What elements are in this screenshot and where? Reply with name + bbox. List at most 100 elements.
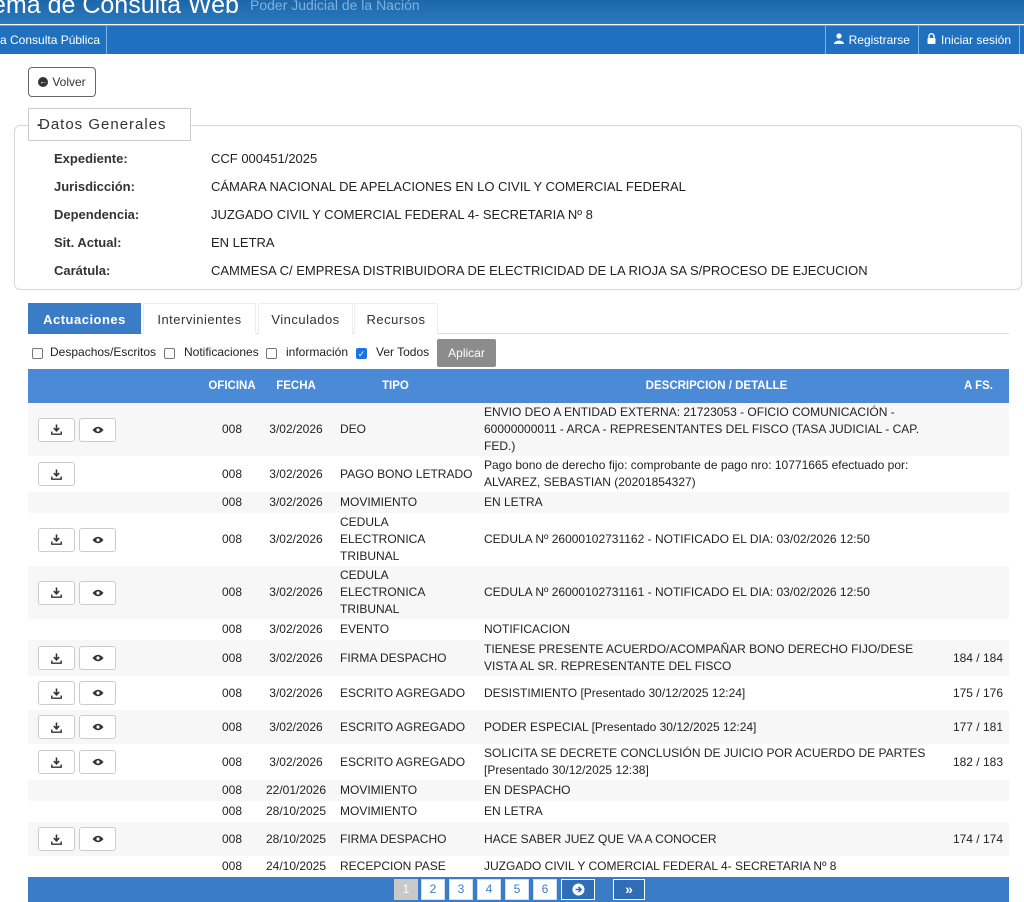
page-button-4[interactable]: 4 — [477, 879, 501, 900]
register-link[interactable]: Registrarse — [824, 26, 918, 54]
download-button[interactable] — [38, 827, 75, 851]
cell-afs: 182 / 183 — [952, 754, 1003, 769]
download-icon — [51, 424, 62, 436]
table-row: 008 3/02/2026 ESCRITO AGREGADO PODER ESPECI… — [28, 710, 1009, 744]
pagination-bar: 1 2 3 4 5 6 » — [28, 877, 1009, 902]
table-row: 008 24/10/2025 RECEPCION PASE JUZGADO CIVIL… — [28, 856, 1009, 877]
page-button-2[interactable]: 2 — [421, 879, 445, 900]
eye-icon — [92, 587, 104, 599]
row-actions — [28, 710, 202, 744]
site-title: ema de Consulta Web — [0, 0, 239, 19]
row-actions — [28, 822, 202, 856]
tab-intervinientes[interactable]: Intervinientes — [143, 303, 256, 334]
filter-notificaciones-checkbox[interactable] — [164, 348, 175, 359]
double-chevron-right-icon: » — [625, 881, 633, 897]
view-button[interactable] — [79, 417, 116, 442]
tab-vinculados[interactable]: Vinculados — [258, 303, 353, 334]
cell-tipo: MOVIMIENTO — [340, 495, 418, 509]
download-button[interactable] — [38, 462, 75, 486]
col-tipo-header[interactable]: TIPO — [330, 369, 474, 403]
eye-icon — [92, 833, 104, 845]
cell-fecha: 3/02/2026 — [269, 466, 323, 481]
col-afs-header[interactable]: A FS. — [949, 369, 1009, 403]
row-actions — [28, 492, 202, 513]
tab-recursos[interactable]: Recursos — [354, 303, 438, 334]
general-data-legend[interactable]: - Datos Generales — [28, 108, 191, 141]
register-label: Registrarse — [848, 33, 910, 47]
cell-afs: 184 / 184 — [952, 650, 1003, 665]
info-label: Expediente: — [54, 151, 128, 166]
download-button[interactable] — [38, 750, 75, 774]
download-button[interactable] — [38, 646, 75, 670]
filter-informacion-checkbox[interactable] — [266, 348, 277, 359]
back-button[interactable]: ← Volver — [28, 67, 96, 97]
row-actions — [28, 456, 202, 492]
cell-fecha: 3/02/2026 — [269, 532, 323, 546]
cell-fecha: 3/02/2026 — [269, 650, 323, 665]
download-button[interactable] — [38, 417, 75, 442]
cell-descripcion: JUZGADO CIVIL Y COMERCIAL FEDERAL 4- SEC… — [484, 859, 837, 873]
cell-oficina: 008 — [221, 495, 243, 509]
download-button[interactable] — [38, 580, 75, 605]
eye-icon — [92, 687, 104, 699]
download-button[interactable] — [38, 681, 75, 705]
site-banner: ema de Consulta Web Poder Judicial de la… — [0, 0, 1024, 24]
info-label: Dependencia: — [54, 207, 140, 222]
login-link[interactable]: Iniciar sesión — [917, 26, 1020, 54]
download-icon — [51, 587, 62, 599]
row-actions — [28, 513, 202, 566]
nav-consulta-publica[interactable]: a Consulta Pública — [0, 26, 108, 54]
page-button-1[interactable]: 1 — [394, 879, 418, 900]
view-button[interactable] — [79, 715, 116, 739]
view-button[interactable] — [79, 646, 116, 670]
view-button[interactable] — [79, 750, 116, 774]
download-icon — [51, 652, 62, 664]
cell-tipo: ESCRITO AGREGADO — [340, 719, 466, 734]
page-button-3[interactable]: 3 — [449, 879, 473, 900]
info-value: CAMMESA C/ EMPRESA DISTRIBUIDORA DE ELEC… — [211, 263, 868, 278]
page-button-5[interactable]: 5 — [505, 879, 529, 900]
cell-afs — [949, 780, 1009, 801]
table-row: 008 3/02/2026 CEDULA ELECTRONICA TRIBUNAL C… — [28, 513, 1009, 566]
cell-oficina: 008 — [221, 585, 243, 599]
eye-icon — [92, 721, 104, 733]
next-page-button[interactable] — [561, 879, 595, 900]
cell-fecha: 22/01/2026 — [265, 783, 327, 797]
cell-afs — [949, 403, 1009, 456]
cell-afs: 177 / 181 — [952, 719, 1003, 734]
filter-ver-todos-checkbox[interactable]: ✓ — [356, 348, 367, 359]
download-button[interactable] — [38, 715, 75, 739]
view-button[interactable] — [79, 827, 116, 851]
table-row: 008 3/02/2026 PAGO BONO LETRADO Pago bono d… — [28, 456, 1009, 492]
cell-descripcion: PODER ESPECIAL [Presentado 30/12/2025 12… — [484, 719, 757, 734]
login-label: Iniciar sesión — [940, 33, 1011, 47]
last-page-button[interactable]: » — [613, 879, 645, 900]
tab-actuaciones[interactable]: Actuaciones — [28, 303, 141, 334]
download-button[interactable] — [38, 527, 75, 552]
view-button[interactable] — [79, 681, 116, 705]
col-oficina-header[interactable]: OFICINA — [202, 369, 262, 403]
col-fecha-header[interactable]: FECHA — [262, 369, 330, 403]
lock-icon — [927, 26, 936, 54]
view-button[interactable] — [79, 580, 116, 605]
actuaciones-table: OFICINA FECHA TIPO DESCRIPCION / DETALLE… — [28, 369, 1009, 898]
table-row: 008 3/02/2026 CEDULA ELECTRONICA TRIBUNAL C… — [28, 566, 1009, 619]
cell-afs — [949, 456, 1009, 492]
col-descripcion-header[interactable]: DESCRIPCION / DETALLE — [474, 369, 949, 403]
cell-tipo: PAGO BONO LETRADO — [340, 466, 473, 481]
cell-fecha: 3/02/2026 — [269, 495, 323, 509]
cell-afs — [949, 566, 1009, 619]
page-button-6[interactable]: 6 — [533, 879, 557, 900]
detail-tabs: Actuaciones Intervinientes Vinculados Re… — [28, 303, 1009, 334]
cell-oficina: 008 — [221, 622, 243, 636]
cell-afs: 174 / 174 — [952, 831, 1003, 846]
table-row: 008 3/02/2026 EVENTO NOTIFICACION — [28, 619, 1009, 640]
filter-despachos-checkbox[interactable] — [32, 348, 43, 359]
row-actions — [28, 676, 202, 710]
eye-icon — [92, 652, 104, 664]
view-button[interactable] — [79, 527, 116, 552]
cell-oficina: 008 — [221, 859, 243, 873]
eye-icon — [92, 424, 104, 436]
cell-descripcion: SOLICITA SE DECRETE CONCLUSIÓN DE JUICIO… — [484, 746, 926, 777]
apply-filters-button[interactable]: Aplicar — [437, 339, 496, 367]
